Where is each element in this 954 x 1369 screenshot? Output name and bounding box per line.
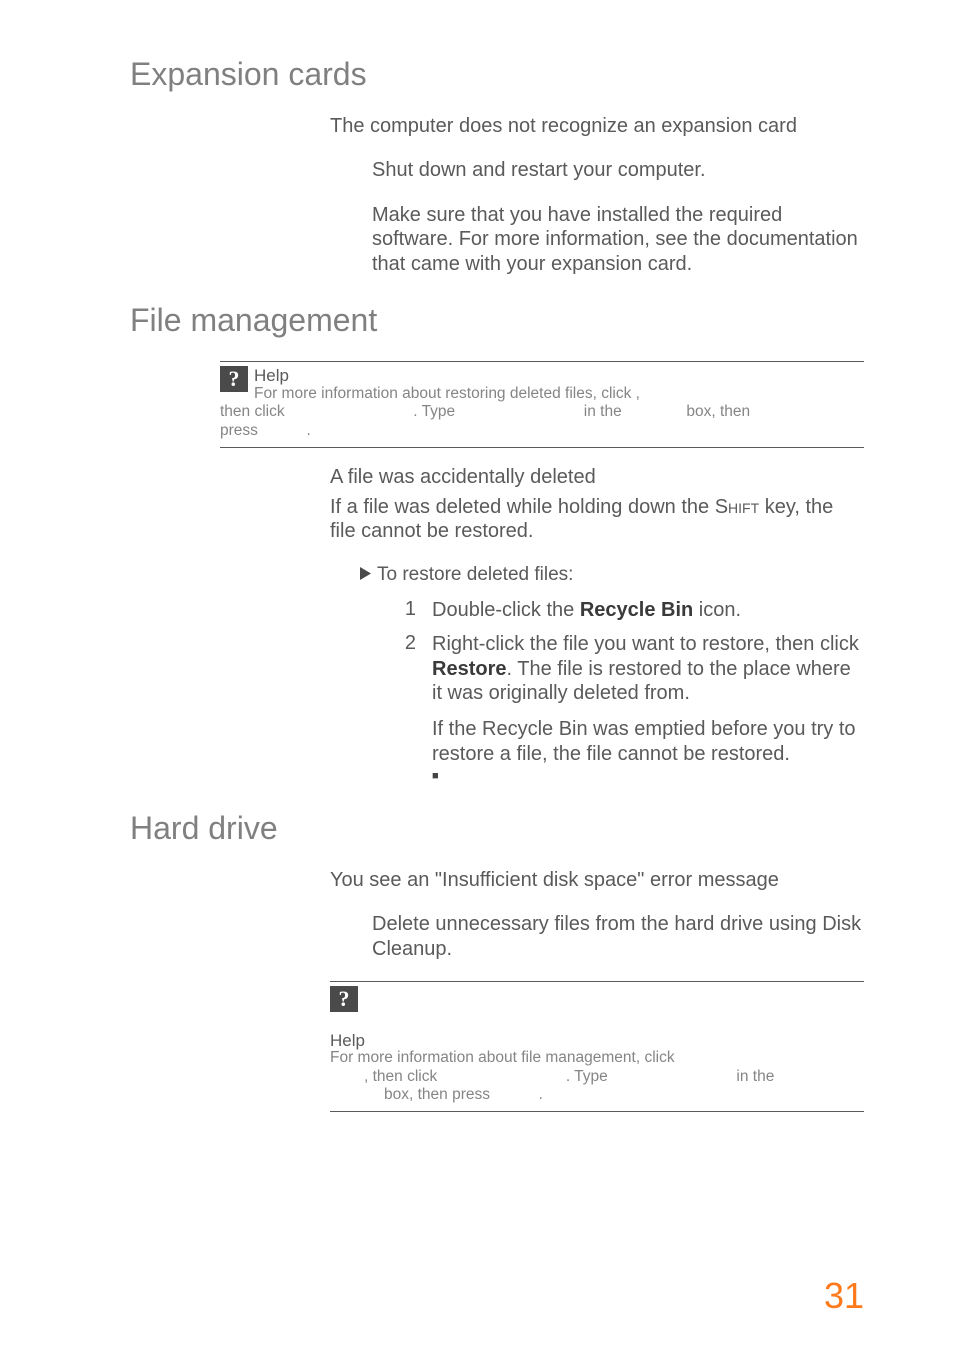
help-text: , bbox=[636, 385, 640, 402]
help-text: box, then press bbox=[384, 1086, 494, 1103]
step-number: 2 bbox=[384, 632, 432, 705]
svg-text:?: ? bbox=[229, 366, 240, 391]
step-number: 1 bbox=[384, 598, 432, 622]
step-row: 2 Right-click the file you want to resto… bbox=[384, 632, 864, 705]
svg-text:?: ? bbox=[339, 986, 350, 1011]
help-text: . Type bbox=[413, 403, 459, 420]
procedure-heading: To restore deleted files: bbox=[330, 564, 864, 586]
help-icon: ? bbox=[330, 986, 864, 1012]
step-row: 1 Double-click the Recycle Bin icon. bbox=[384, 598, 864, 622]
section-heading-expansion: Expansion cards bbox=[130, 56, 864, 93]
help-text: press bbox=[220, 422, 262, 439]
help-label: Help bbox=[330, 1031, 864, 1051]
help-icon: ? bbox=[220, 366, 248, 392]
help-text: . Type bbox=[566, 1068, 612, 1085]
help-box: ? Help For more information about restor… bbox=[220, 361, 864, 447]
page-number: 31 bbox=[824, 1275, 864, 1317]
body-text: Shut down and restart your computer. bbox=[372, 158, 864, 183]
help-text: then click bbox=[220, 403, 289, 420]
body-text: If the Recycle Bin was emptied before yo… bbox=[432, 717, 864, 766]
topic-title: The computer does not recognize an expan… bbox=[330, 115, 864, 138]
help-text: For more information about restoring del… bbox=[254, 385, 636, 402]
topic-title: You see an "Insufficient disk space" err… bbox=[330, 869, 864, 892]
help-label: Help bbox=[254, 366, 640, 386]
help-text: , then click bbox=[364, 1068, 442, 1085]
body-text: Make sure that you have installed the re… bbox=[372, 203, 864, 277]
help-text: . bbox=[307, 422, 311, 439]
body-text: If a file was deleted while holding down… bbox=[330, 495, 864, 544]
section-heading-file-management: File management bbox=[130, 302, 864, 339]
topic-title: A file was accidentally deleted bbox=[330, 466, 864, 489]
help-text: For more information about file manageme… bbox=[330, 1049, 675, 1066]
section-heading-hard-drive: Hard drive bbox=[130, 810, 864, 847]
step-text: Right-click the file you want to restore… bbox=[432, 632, 864, 705]
help-text: in the bbox=[736, 1068, 774, 1085]
help-text: box, then bbox=[686, 403, 750, 420]
help-text: in the bbox=[584, 403, 626, 420]
end-mark-icon: ■ bbox=[432, 770, 864, 782]
help-box: ? Help For more information about file m… bbox=[330, 981, 864, 1112]
step-text: Double-click the Recycle Bin icon. bbox=[432, 598, 864, 622]
body-text: Delete unnecessary files from the hard d… bbox=[372, 912, 864, 961]
triangle-bullet-icon bbox=[360, 564, 371, 586]
help-text: . bbox=[539, 1086, 543, 1103]
keycap-shift: Shift bbox=[715, 496, 759, 518]
